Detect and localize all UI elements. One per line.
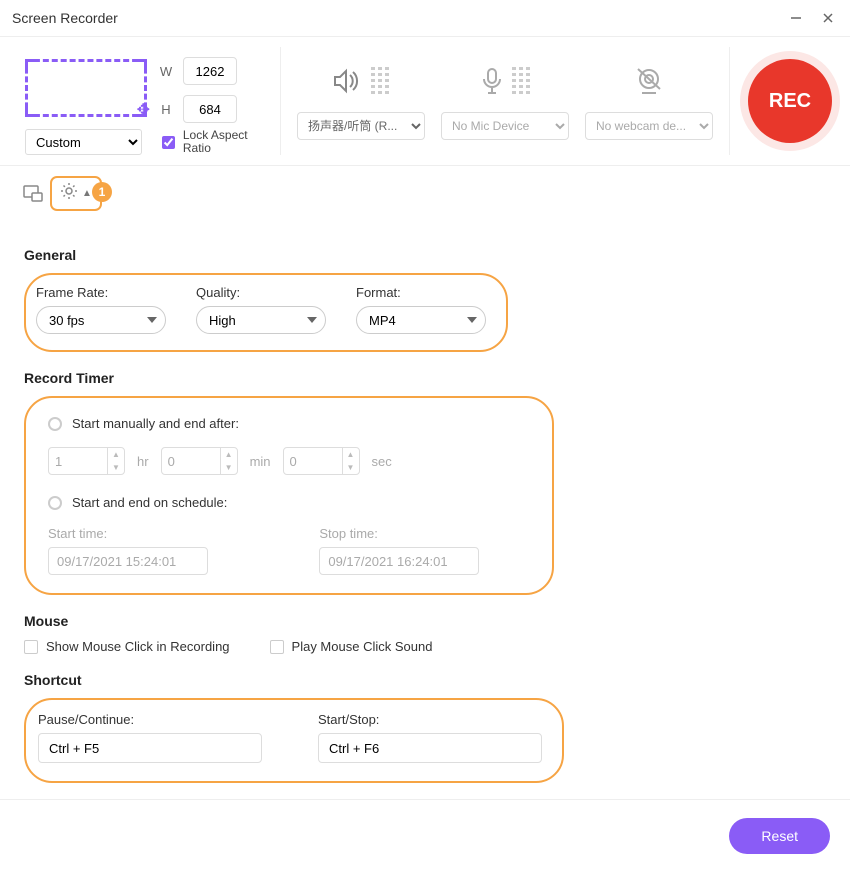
format-select[interactable]: MP4 xyxy=(356,306,486,334)
stop-time-input[interactable] xyxy=(319,547,479,575)
hr-unit: hr xyxy=(137,454,149,469)
reset-button[interactable]: Reset xyxy=(729,818,830,854)
section-general-title: General xyxy=(24,247,826,263)
webcam-off-icon xyxy=(634,67,664,98)
minutes-stepper[interactable]: ▲▼ xyxy=(161,447,238,475)
record-button[interactable]: REC xyxy=(748,59,832,143)
height-input[interactable] xyxy=(183,95,237,123)
play-sound-checkbox[interactable] xyxy=(270,640,284,654)
region-block: ✥ W H Custom Lock Aspect Ratio xyxy=(0,47,280,155)
webcam-source: No webcam de... xyxy=(584,62,714,140)
callout-badge-1: 1 xyxy=(92,182,112,202)
start-time-label: Start time: xyxy=(48,526,107,541)
radio-start-schedule[interactable] xyxy=(48,496,62,510)
hours-up-icon[interactable]: ▲ xyxy=(108,448,124,461)
pause-shortcut-input[interactable] xyxy=(38,733,262,763)
footer: Reset xyxy=(0,799,850,854)
gear-icon xyxy=(60,182,78,205)
quality-label: Quality: xyxy=(196,285,326,300)
stop-time-label: Stop time: xyxy=(319,526,378,541)
show-click-checkbox[interactable] xyxy=(24,640,38,654)
lock-aspect-checkbox[interactable] xyxy=(162,135,175,150)
section-mouse-title: Mouse xyxy=(24,613,826,629)
sources-panel: 扬声器/听筒 (R... No Mic Device No webcam de.… xyxy=(280,47,730,155)
move-icon: ✥ xyxy=(137,100,150,120)
close-button[interactable] xyxy=(818,8,838,28)
region-preview[interactable]: ✥ xyxy=(25,59,147,117)
settings-toggle-button[interactable]: ▲ 1 xyxy=(50,176,102,211)
min-unit: min xyxy=(250,454,271,469)
frame-rate-label: Frame Rate: xyxy=(36,285,166,300)
seconds-stepper[interactable]: ▲▼ xyxy=(283,447,360,475)
sec-up-icon[interactable]: ▲ xyxy=(343,448,359,461)
minimize-button[interactable] xyxy=(786,8,806,28)
startstop-shortcut-label: Start/Stop: xyxy=(318,712,542,727)
pause-shortcut-label: Pause/Continue: xyxy=(38,712,262,727)
speaker-source: 扬声器/听筒 (R... xyxy=(296,62,426,140)
min-up-icon[interactable]: ▲ xyxy=(221,448,237,461)
mic-icon xyxy=(480,67,504,98)
mic-source: No Mic Device xyxy=(440,62,570,140)
frame-rate-select[interactable]: 30 fps xyxy=(36,306,166,334)
lock-aspect-label: Lock Aspect Ratio xyxy=(183,129,260,155)
radio-start-manual[interactable] xyxy=(48,417,62,431)
region-preset-select[interactable]: Custom xyxy=(25,129,142,155)
section-shortcut-title: Shortcut xyxy=(24,672,826,688)
startstop-shortcut-input[interactable] xyxy=(318,733,542,763)
chevron-up-icon: ▲ xyxy=(82,188,92,199)
mic-select[interactable]: No Mic Device xyxy=(441,112,569,140)
window-controls xyxy=(786,8,838,28)
hours-stepper[interactable]: ▲▼ xyxy=(48,447,125,475)
width-label: W xyxy=(159,64,173,79)
show-click-label: Show Mouse Click in Recording xyxy=(46,639,230,654)
width-input[interactable] xyxy=(183,57,237,85)
hours-input[interactable] xyxy=(49,454,107,469)
top-panel: ✥ W H Custom Lock Aspect Ratio xyxy=(0,36,850,166)
window-title: Screen Recorder xyxy=(12,10,118,26)
start-manual-label: Start manually and end after: xyxy=(72,416,239,431)
start-time-input[interactable] xyxy=(48,547,208,575)
titlebar: Screen Recorder xyxy=(0,0,850,36)
start-schedule-label: Start and end on schedule: xyxy=(72,495,227,510)
speaker-level-icon xyxy=(371,67,389,97)
sec-down-icon[interactable]: ▼ xyxy=(343,461,359,474)
webcam-select[interactable]: No webcam de... xyxy=(585,112,713,140)
speaker-select[interactable]: 扬声器/听筒 (R... xyxy=(297,112,425,140)
section-record-timer-title: Record Timer xyxy=(24,370,826,386)
quality-select[interactable]: High xyxy=(196,306,326,334)
play-sound-label: Play Mouse Click Sound xyxy=(292,639,433,654)
settings-panel: General Frame Rate: 30 fps Quality: High… xyxy=(0,221,850,799)
min-down-icon[interactable]: ▼ xyxy=(221,461,237,474)
record-timer-callout: Start manually and end after: ▲▼ hr ▲▼ m… xyxy=(24,396,554,595)
pip-icon[interactable] xyxy=(22,183,44,205)
hours-down-icon[interactable]: ▼ xyxy=(108,461,124,474)
toolbar-row: ▲ 1 xyxy=(0,166,850,221)
general-callout: Frame Rate: 30 fps Quality: High Format:… xyxy=(24,273,508,352)
height-label: H xyxy=(159,102,173,117)
seconds-input[interactable] xyxy=(284,454,342,469)
mic-level-icon xyxy=(512,67,530,97)
minutes-input[interactable] xyxy=(162,454,220,469)
mouse-options: Show Mouse Click in Recording Play Mouse… xyxy=(24,639,826,654)
format-label: Format: xyxy=(356,285,486,300)
shortcut-callout: Pause/Continue: Start/Stop: xyxy=(24,698,564,783)
sec-unit: sec xyxy=(372,454,392,469)
speaker-icon xyxy=(333,68,363,97)
